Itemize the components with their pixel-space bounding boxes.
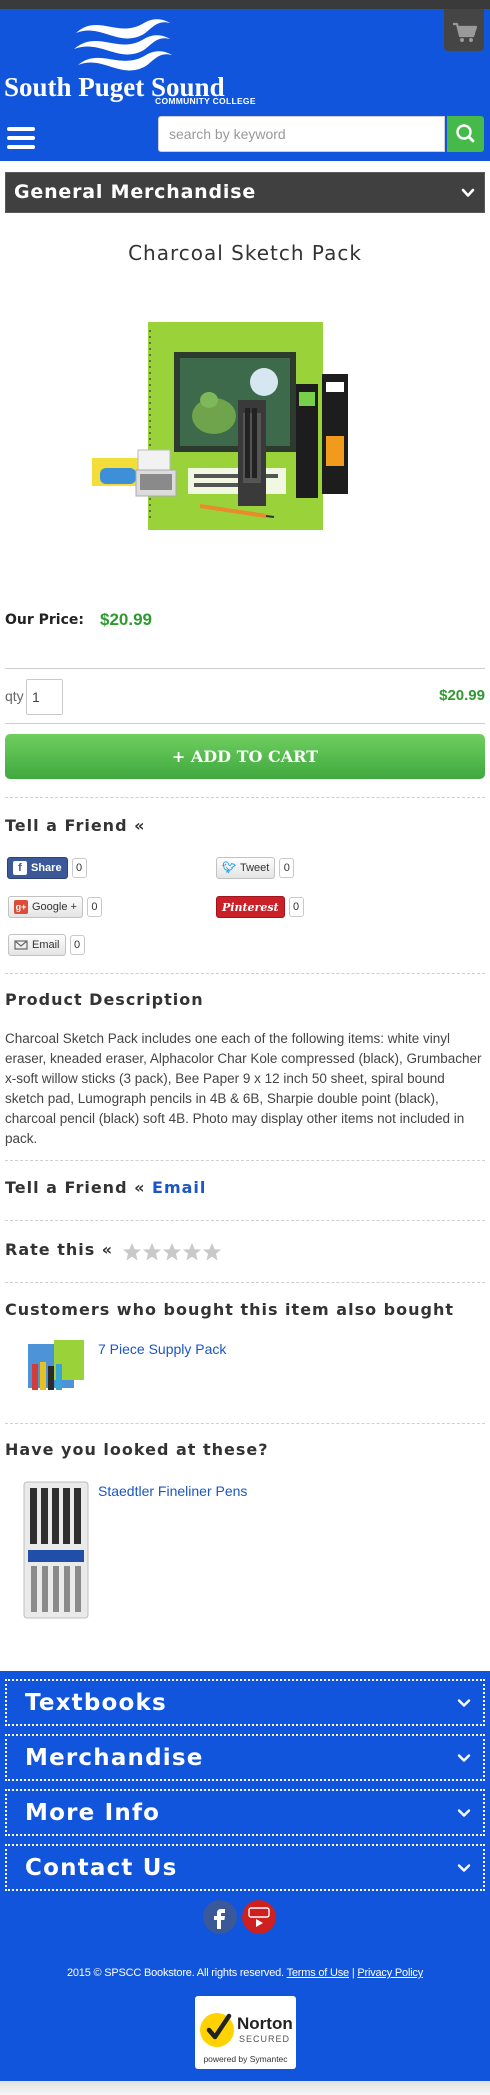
divider	[5, 1282, 485, 1283]
share-count: 0	[86, 897, 102, 917]
copyright-text: 2015 © SPSCC Bookstore. All rights reser…	[66, 1967, 284, 1979]
divider	[5, 1220, 485, 1221]
chevron-down-icon	[461, 188, 475, 197]
footer-nav-merchandise[interactable]: Merchandise	[5, 1734, 485, 1781]
logo-waves-icon	[74, 19, 172, 71]
footer-nav-label: More Info	[25, 1800, 161, 1826]
share-count: 0	[288, 897, 304, 917]
top-strip	[0, 0, 490, 9]
email-button[interactable]: Email	[8, 934, 66, 956]
footer-nav-label: Contact Us	[25, 1855, 178, 1881]
terms-link[interactable]: Terms of Use	[287, 1967, 350, 1979]
price-label: Our Price:	[5, 612, 85, 628]
search-button[interactable]	[447, 116, 484, 152]
tell-friend-prefix: Tell a Friend «	[5, 1178, 146, 1197]
product-image[interactable]	[88, 318, 383, 550]
share-count: 0	[71, 858, 87, 878]
looked-at-heading: Have you looked at these?	[5, 1440, 269, 1459]
youtube-icon[interactable]	[242, 1900, 276, 1934]
product-title: Charcoal Sketch Pack	[128, 241, 362, 265]
share-count: 0	[69, 935, 85, 955]
category-dropdown[interactable]: General Merchandise	[5, 172, 485, 213]
divider	[5, 1160, 485, 1161]
norton-badge[interactable]: Norton SECURED powered by Symantec	[195, 1996, 296, 2069]
email-share[interactable]: Email 0	[8, 934, 85, 956]
description-heading: Product Description	[5, 990, 204, 1009]
pinterest-button[interactable]: Pinterest	[216, 896, 285, 918]
google-plus-label: Google +	[32, 901, 77, 913]
norton-powered: powered by Symantec	[203, 2054, 288, 2064]
related-product-image[interactable]	[22, 1480, 90, 1620]
facebook-share-label: Share	[31, 862, 62, 874]
logo-subtitle: COMMUNITY COLLEGE	[155, 96, 256, 106]
google-plus-button[interactable]: g+ Google +	[8, 896, 83, 918]
rate-label: Rate this «	[5, 1240, 114, 1259]
footer-nav-textbooks[interactable]: Textbooks	[5, 1679, 485, 1726]
pinterest-icon: Pinterest	[222, 900, 279, 914]
search-input[interactable]	[158, 116, 445, 152]
google-plus-icon: g+	[14, 900, 28, 914]
chevron-down-icon	[457, 1864, 471, 1872]
divider	[5, 723, 485, 724]
qty-input[interactable]	[26, 679, 63, 715]
chevron-down-icon	[457, 1754, 471, 1762]
divider	[5, 797, 485, 798]
star-icon[interactable]	[142, 1242, 162, 1262]
site-header: South Puget Sound COMMUNITY COLLEGE	[0, 9, 490, 161]
star-icon[interactable]	[122, 1242, 142, 1262]
norton-name: Norton	[237, 2014, 293, 2033]
divider	[5, 973, 485, 974]
cart-icon	[453, 22, 478, 42]
privacy-link[interactable]: Privacy Policy	[357, 1967, 423, 1979]
divider	[5, 668, 485, 669]
star-icon[interactable]	[182, 1242, 202, 1262]
qty-label: qty	[5, 688, 24, 704]
twitter-icon: 🐦︎	[222, 862, 236, 874]
facebook-share[interactable]: f Share 0	[7, 857, 87, 879]
line-total: $20.99	[439, 687, 485, 704]
footer-nav-label: Textbooks	[25, 1690, 167, 1716]
email-icon	[14, 940, 28, 950]
description-text: Charcoal Sketch Pack includes one each o…	[5, 1031, 482, 1146]
add-to-cart-button[interactable]: + ADD TO CART	[5, 734, 485, 779]
separator: |	[351, 1967, 355, 1979]
related-product-link[interactable]: Staedtler Fineliner Pens	[98, 1483, 247, 1499]
chevron-down-icon	[457, 1809, 471, 1817]
star-icon[interactable]	[202, 1242, 222, 1262]
tell-friend-heading: Tell a Friend «	[5, 816, 146, 835]
price-value: $20.99	[100, 610, 152, 629]
pinterest-share[interactable]: Pinterest 0	[216, 896, 304, 918]
email-label: Email	[32, 939, 60, 951]
google-plus-share[interactable]: g+ Google + 0	[8, 896, 102, 918]
tell-friend-email: Tell a Friend « Email	[5, 1178, 206, 1197]
copyright: 2015 © SPSCC Bookstore. All rights reser…	[0, 1967, 490, 1979]
menu-button[interactable]	[7, 127, 35, 151]
cart-button[interactable]	[444, 9, 484, 51]
bottom-strip	[0, 2081, 490, 2095]
footer-nav-contact-us[interactable]: Contact Us	[5, 1844, 485, 1891]
tell-friend-email-link[interactable]: Email	[152, 1178, 206, 1197]
category-label: General Merchandise	[14, 181, 257, 203]
norton-secured: SECURED	[239, 2034, 291, 2044]
hamburger-icon	[7, 127, 35, 131]
search-icon	[456, 124, 475, 143]
facebook-icon[interactable]	[203, 1900, 237, 1934]
divider	[5, 1423, 485, 1424]
star-icon[interactable]	[162, 1242, 182, 1262]
also-bought-heading: Customers who bought this item also boug…	[5, 1300, 454, 1319]
footer-nav-more-info[interactable]: More Info	[5, 1789, 485, 1836]
tweet-label: Tweet	[240, 862, 270, 874]
chevron-down-icon	[457, 1699, 471, 1707]
twitter-share[interactable]: 🐦︎ Tweet 0	[216, 857, 295, 879]
facebook-icon: f	[13, 861, 27, 875]
footer-nav-label: Merchandise	[25, 1745, 204, 1771]
facebook-share-button[interactable]: f Share	[7, 857, 68, 879]
related-product-link[interactable]: 7 Piece Supply Pack	[98, 1341, 226, 1357]
tweet-button[interactable]: 🐦︎ Tweet	[216, 857, 276, 879]
share-count: 0	[279, 858, 295, 878]
related-product-image[interactable]	[24, 1340, 90, 1394]
